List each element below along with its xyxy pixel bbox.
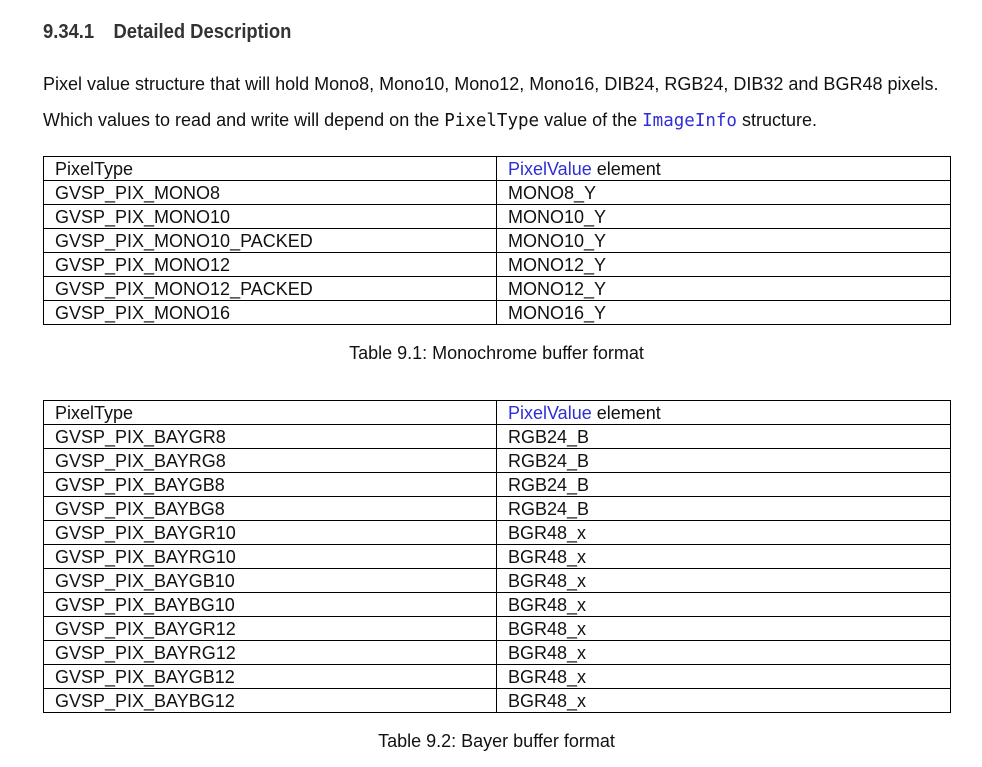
pixel-type-cell: GVSP_PIX_BAYRG10 xyxy=(43,544,497,569)
pixel-value-element-cell: RGB24_B xyxy=(496,472,951,497)
pixel-value-element-cell: BGR48_x xyxy=(496,640,951,665)
table-row: GVSP_PIX_MONO12_PACKED MONO12_Y xyxy=(43,276,951,301)
pixel-type-cell: GVSP_PIX_MONO10_PACKED xyxy=(43,228,497,253)
pixel-value-element-cell: BGR48_x xyxy=(496,544,951,569)
pixel-type-cell: GVSP_PIX_MONO10 xyxy=(43,204,497,229)
table-row: GVSP_PIX_BAYGR12 BGR48_x xyxy=(43,616,951,641)
pixeltype-code: PixelType xyxy=(444,111,540,131)
pixel-type-cell: GVSP_PIX_BAYGR12 xyxy=(43,616,497,641)
pixel-value-element-cell: RGB24_B xyxy=(496,424,951,449)
section-heading: 9.34.1 Detailed Description xyxy=(43,21,291,44)
table-row: GVSP_PIX_BAYGB12 BGR48_x xyxy=(43,664,951,689)
header-pixelvalue-element: PixelValue element xyxy=(496,156,951,181)
header-pixeltype: PixelType xyxy=(43,156,497,181)
table-row: GVSP_PIX_BAYBG10 BGR48_x xyxy=(43,592,951,617)
table-row: GVSP_PIX_BAYGB8 RGB24_B xyxy=(43,472,951,497)
table-row: GVSP_PIX_BAYGR8 RGB24_B xyxy=(43,424,951,449)
pixel-value-element-cell: BGR48_x xyxy=(496,592,951,617)
table-caption-2: Table 9.2: Bayer buffer format xyxy=(378,731,615,751)
pixel-type-cell: GVSP_PIX_BAYGB12 xyxy=(43,664,497,689)
table-row: GVSP_PIX_BAYBG8 RGB24_B xyxy=(43,496,951,521)
pixel-type-cell: GVSP_PIX_BAYBG10 xyxy=(43,592,497,617)
table-row: GVSP_PIX_BAYGR10 BGR48_x xyxy=(43,520,951,545)
intro-paragraph-1: Pixel value structure that will hold Mon… xyxy=(43,74,939,94)
pixel-type-cell: GVSP_PIX_BAYRG12 xyxy=(43,640,497,665)
pixel-value-element-cell: RGB24_B xyxy=(496,448,951,473)
pixel-value-element-cell: RGB24_B xyxy=(496,496,951,521)
pixel-value-element-cell: MONO16_Y xyxy=(496,300,951,325)
table-header-row: PixelType PixelValue element xyxy=(43,156,951,181)
bayer-table: PixelType PixelValue element GVSP_PIX_BA… xyxy=(43,400,951,713)
pixel-value-element-cell: MONO12_Y xyxy=(496,276,951,301)
table-row: GVSP_PIX_BAYBG12 BGR48_x xyxy=(43,688,951,713)
pixel-type-cell: GVSP_PIX_BAYBG12 xyxy=(43,688,497,713)
pixel-value-element-cell: BGR48_x xyxy=(496,664,951,689)
pixelvalue-link[interactable]: PixelValue xyxy=(508,159,592,179)
table-row: GVSP_PIX_MONO10 MONO10_Y xyxy=(43,204,951,229)
intro-text-after: structure. xyxy=(736,110,817,130)
table-row: GVSP_PIX_MONO12 MONO12_Y xyxy=(43,252,951,277)
pixel-type-cell: GVSP_PIX_BAYGR8 xyxy=(43,424,497,449)
table-row: GVSP_PIX_BAYGB10 BGR48_x xyxy=(43,568,951,593)
pixel-type-cell: GVSP_PIX_BAYBG8 xyxy=(43,496,497,521)
pixel-type-cell: GVSP_PIX_MONO16 xyxy=(43,300,497,325)
section-title: Detailed Description xyxy=(113,21,292,43)
header-element-text: element xyxy=(591,158,661,179)
pixel-type-cell: GVSP_PIX_BAYGR10 xyxy=(43,520,497,545)
pixel-type-cell: GVSP_PIX_BAYRG8 xyxy=(43,448,497,473)
intro-text-before: Which values to read and write will depe… xyxy=(43,110,445,130)
header-pixelvalue-element: PixelValue element xyxy=(496,400,951,425)
pixel-type-cell: GVSP_PIX_MONO8 xyxy=(43,180,497,205)
table-row: GVSP_PIX_MONO10_PACKED MONO10_Y xyxy=(43,228,951,253)
pixel-type-cell: GVSP_PIX_BAYGB10 xyxy=(43,568,497,593)
intro-paragraph-2: Which values to read and write will depe… xyxy=(43,110,817,131)
pixel-value-element-cell: BGR48_x xyxy=(496,688,951,713)
pixel-type-cell: GVSP_PIX_BAYGB8 xyxy=(43,472,497,497)
table-row: GVSP_PIX_BAYRG10 BGR48_x xyxy=(43,544,951,569)
pixel-value-element-cell: MONO10_Y xyxy=(496,204,951,229)
pixel-value-element-cell: MONO10_Y xyxy=(496,228,951,253)
pixel-value-element-cell: MONO8_Y xyxy=(496,180,951,205)
pixel-value-element-cell: BGR48_x xyxy=(496,616,951,641)
table-header-row: PixelType PixelValue element xyxy=(43,400,951,425)
pixel-value-element-cell: BGR48_x xyxy=(496,520,951,545)
table-row: GVSP_PIX_BAYRG8 RGB24_B xyxy=(43,448,951,473)
pixel-type-cell: GVSP_PIX_MONO12_PACKED xyxy=(43,276,497,301)
table-row: GVSP_PIX_BAYRG12 BGR48_x xyxy=(43,640,951,665)
table-row: GVSP_PIX_MONO16 MONO16_Y xyxy=(43,300,951,325)
table-row: GVSP_PIX_MONO8 MONO8_Y xyxy=(43,180,951,205)
pixel-value-element-cell: BGR48_x xyxy=(496,568,951,593)
section-number: 9.34.1 xyxy=(43,21,95,43)
header-element-text: element xyxy=(591,402,661,423)
header-pixeltype: PixelType xyxy=(43,400,497,425)
intro-text-middle: value of the xyxy=(539,110,643,130)
monochrome-table: PixelType PixelValue element GVSP_PIX_MO… xyxy=(43,156,951,325)
pixel-value-element-cell: MONO12_Y xyxy=(496,252,951,277)
pixelvalue-link[interactable]: PixelValue xyxy=(508,403,592,423)
table-caption-1: Table 9.1: Monochrome buffer format xyxy=(349,343,644,363)
imageinfo-link[interactable]: ImageInfo xyxy=(642,111,737,131)
pixel-type-cell: GVSP_PIX_MONO12 xyxy=(43,252,497,277)
